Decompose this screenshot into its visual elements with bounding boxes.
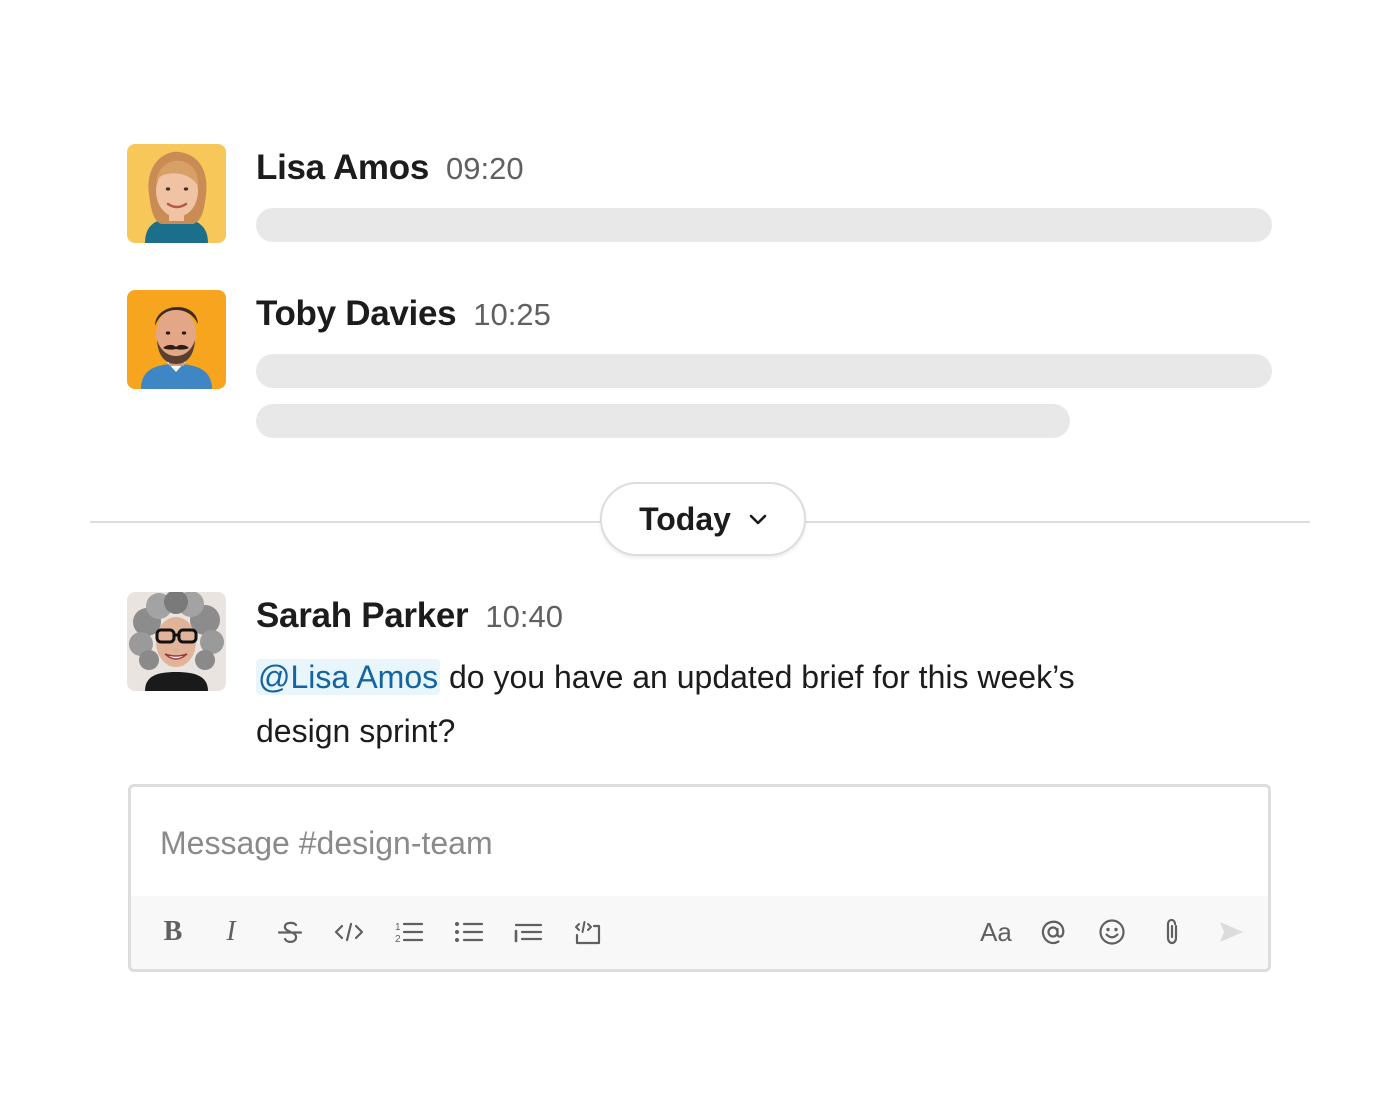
emoji-icon — [1099, 919, 1125, 945]
message-placeholder-line — [256, 208, 1272, 242]
toby-davies-avatar-image — [127, 290, 226, 389]
code-block-button[interactable] — [568, 912, 608, 952]
strikethrough-icon — [277, 921, 303, 943]
message-header: Sarah Parker 10:40 — [256, 596, 563, 636]
bulleted-list-icon — [455, 922, 484, 942]
emoji-button[interactable] — [1092, 912, 1132, 952]
formatting-toolbar: B I 1 2 Aa — [131, 896, 1268, 969]
user-mention[interactable]: @Lisa Amos — [256, 659, 441, 695]
attachment-icon — [1166, 918, 1178, 945]
timestamp[interactable]: 09:20 — [446, 151, 524, 187]
blockquote-icon — [514, 923, 543, 943]
numbered-list-icon: 1 2 — [395, 922, 424, 945]
mention-icon — [1041, 920, 1065, 945]
code-button[interactable] — [329, 912, 369, 952]
author-name[interactable]: Toby Davies — [256, 294, 457, 334]
message-placeholder-line — [256, 354, 1272, 388]
message-lisa-amos: Lisa Amos 09:20 — [127, 144, 1277, 254]
timestamp[interactable]: 10:40 — [485, 599, 563, 635]
bold-button[interactable]: B — [153, 912, 193, 952]
message-text: @Lisa Amos do you have an updated brief … — [256, 650, 1156, 758]
svg-text:1: 1 — [395, 922, 401, 933]
message-header: Toby Davies 10:25 — [256, 294, 551, 334]
code-block-icon — [575, 921, 601, 945]
lisa-amos-avatar-image — [127, 144, 226, 243]
avatar[interactable] — [127, 592, 226, 691]
message-placeholder-line — [256, 404, 1070, 438]
avatar[interactable] — [127, 144, 226, 243]
message-toby-davies: Toby Davies 10:25 — [127, 290, 1277, 440]
message-input[interactable] — [131, 787, 1268, 899]
message-composer: B I 1 — [128, 784, 1271, 972]
text-format-icon: Aa — [980, 916, 1012, 947]
timestamp[interactable]: 10:25 — [473, 297, 551, 333]
avatar[interactable] — [127, 290, 226, 389]
blockquote-button[interactable] — [508, 912, 548, 952]
strikethrough-button[interactable] — [270, 912, 310, 952]
chevron-down-icon — [749, 513, 767, 525]
message-sarah-parker: Sarah Parker 10:40 @Lisa Amos do you hav… — [127, 592, 1277, 752]
date-divider-label: Today — [639, 500, 731, 537]
bold-icon: B — [163, 916, 183, 947]
bulleted-list-button[interactable] — [449, 912, 489, 952]
mention-button[interactable] — [1033, 912, 1073, 952]
sarah-parker-avatar-image — [127, 592, 226, 691]
author-name[interactable]: Sarah Parker — [256, 596, 469, 636]
author-name[interactable]: Lisa Amos — [256, 148, 429, 188]
numbered-list-button[interactable]: 1 2 — [389, 912, 429, 952]
attachment-button[interactable] — [1152, 912, 1192, 952]
send-button[interactable] — [1211, 912, 1251, 952]
text-format-button[interactable]: Aa — [974, 912, 1018, 952]
svg-text:2: 2 — [395, 934, 401, 945]
italic-button[interactable]: I — [211, 912, 251, 952]
message-pane: Lisa Amos 09:20 Toby Davies 10:25 Today … — [0, 0, 1400, 1100]
italic-icon: I — [226, 916, 236, 947]
message-header: Lisa Amos 09:20 — [256, 148, 524, 188]
date-divider-button[interactable]: Today — [600, 482, 806, 556]
send-icon — [1220, 922, 1243, 942]
code-icon — [334, 922, 364, 942]
